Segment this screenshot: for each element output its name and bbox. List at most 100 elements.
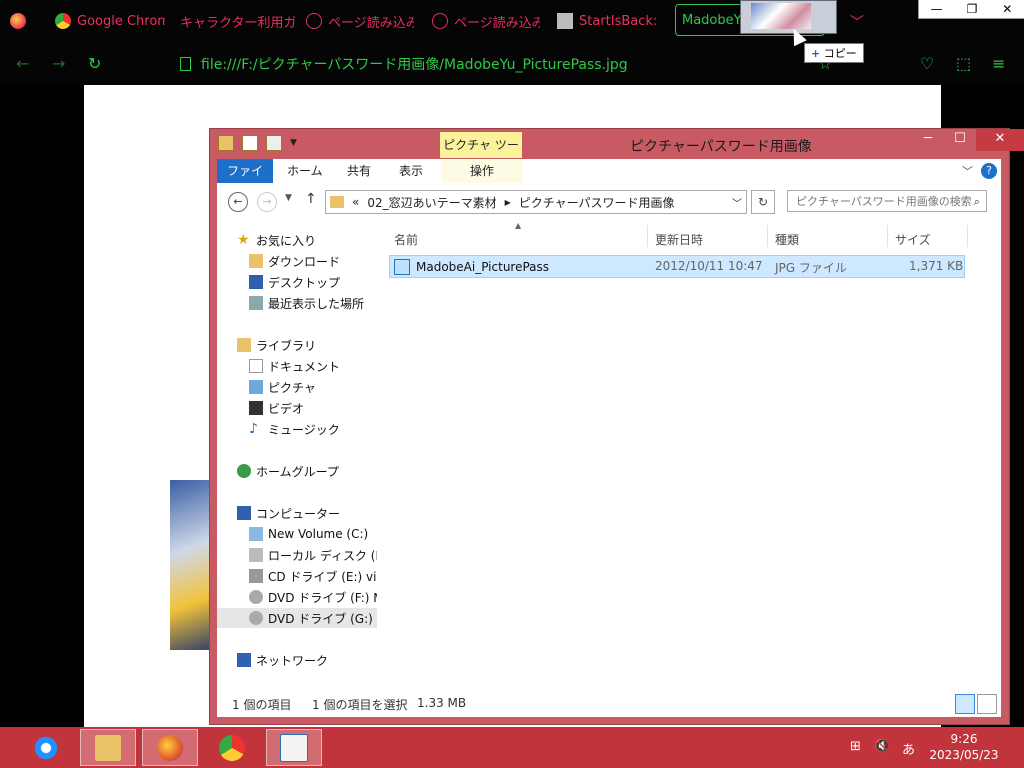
wordpad-icon[interactable] xyxy=(266,729,322,766)
nav-network[interactable]: ネットワーク xyxy=(237,650,328,670)
tab-google-chrome[interactable]: Google Chrom xyxy=(55,6,165,36)
ie-icon[interactable] xyxy=(18,729,74,766)
minimize-button[interactable]: — xyxy=(919,0,954,18)
nav-libraries[interactable]: ライブラリ xyxy=(237,335,316,355)
tab-view[interactable]: 表示 xyxy=(389,159,433,183)
tab-file[interactable]: ファイル xyxy=(217,159,273,202)
system-clock[interactable]: 9:26 2023/05/23 xyxy=(928,731,1000,763)
breadcrumb-segment-current[interactable]: ピクチャーパスワード用画像 xyxy=(519,194,675,211)
nav-recent-places[interactable]: 最近表示した場所 xyxy=(249,293,364,313)
nav-pictures[interactable]: ピクチャ xyxy=(249,377,316,397)
volume-muted-icon[interactable]: 🔇 xyxy=(874,739,890,754)
drive-icon xyxy=(249,548,263,562)
ime-indicator[interactable]: あ xyxy=(902,739,915,758)
explorer-titlebar[interactable]: ▼ ピクチャ ツール ピクチャーパスワード用画像 ─ ☐ ✕ xyxy=(210,129,1024,178)
nav-videos[interactable]: ビデオ xyxy=(249,398,304,418)
videos-icon xyxy=(249,401,263,415)
forward-button[interactable]: → xyxy=(257,192,277,212)
nav-drive-g[interactable]: DVD ドライブ (G:) M xyxy=(217,608,377,628)
nav-computer[interactable]: コンピューター xyxy=(237,503,340,523)
new-folder-icon[interactable] xyxy=(266,135,282,151)
nav-documents[interactable]: ドキュメント xyxy=(249,356,340,376)
column-header-size[interactable]: サイズ xyxy=(895,231,931,248)
forward-arrow-icon[interactable]: → xyxy=(52,54,65,73)
reload-icon[interactable]: ↻ xyxy=(88,54,101,73)
tab-list-chevron-icon[interactable]: ﹀ xyxy=(850,12,864,32)
nav-label: 最近表示した場所 xyxy=(268,296,365,311)
column-separator[interactable] xyxy=(967,225,968,247)
tab-character-guide[interactable]: キャラクター利用ガイ xyxy=(180,6,295,36)
pocket-icon[interactable]: ♡ xyxy=(920,54,934,73)
details-view-icon[interactable] xyxy=(955,694,975,714)
column-header-modified[interactable]: 更新日時 xyxy=(655,231,703,248)
nav-downloads[interactable]: ダウンロード xyxy=(249,251,340,271)
firefox-menu-icon[interactable] xyxy=(10,6,26,36)
search-input[interactable]: ピクチャーパスワード用画像の検索 ⌕ xyxy=(787,190,987,212)
maximize-button[interactable]: ☐ xyxy=(944,129,976,151)
refresh-icon[interactable]: ↻ xyxy=(751,190,775,214)
table-row[interactable]: MadobeAi_PicturePass 2012/10/11 10:47 JP… xyxy=(389,255,965,278)
close-button[interactable]: ✕ xyxy=(976,129,1024,151)
tab-manage[interactable]: 操作 xyxy=(441,159,523,183)
qat-dropdown-icon[interactable]: ▼ xyxy=(290,138,297,148)
help-icon[interactable]: ? xyxy=(981,163,997,179)
nav-favorites[interactable]: ★ お気に入り xyxy=(237,230,316,250)
tab-home[interactable]: ホーム xyxy=(277,159,333,183)
homegroup-icon xyxy=(237,464,251,478)
breadcrumb-segment-theme[interactable]: 02_窓辺あいテーマ素材 xyxy=(367,194,496,211)
navigation-pane: ★ お気に入り ダウンロード デスクトップ 最近表示した場所 ライブラリ ドキュ… xyxy=(217,221,377,689)
nav-drive-f[interactable]: DVD ドライブ (F:) Ma xyxy=(249,587,377,607)
taskbar: ⊞ 🔇 あ 9:26 2023/05/23 xyxy=(0,727,1024,768)
tab-page-loading-2[interactable]: ページ読み込み xyxy=(432,6,540,36)
explorer-window-controls: ─ ☐ ✕ xyxy=(912,129,1024,151)
firefox-icon[interactable] xyxy=(142,729,198,766)
close-button[interactable]: ✕ xyxy=(990,0,1024,18)
nav-drive-e[interactable]: CD ドライブ (E:) virt xyxy=(249,566,377,586)
column-separator[interactable] xyxy=(887,225,888,247)
address-bar[interactable]: « 02_窓辺あいテーマ素材 ▶ ピクチャーパスワード用画像 ﹀ xyxy=(325,190,747,214)
dvd-icon xyxy=(249,611,263,625)
nav-homegroup[interactable]: ホームグループ xyxy=(237,461,339,481)
extensions-icon[interactable]: ⬚ xyxy=(956,54,971,73)
search-icon[interactable]: ⌕ xyxy=(974,191,980,213)
ribbon-tabs: ファイル ホーム 共有 表示 操作 ﹀ ? xyxy=(217,159,1001,202)
url-bar[interactable]: file:///F:/ピクチャーパスワード用画像/MadobeYu_Pictur… xyxy=(180,50,840,78)
tab-label: キャラクター利用ガイ xyxy=(180,15,295,31)
nav-drive-c[interactable]: New Volume (C:) xyxy=(249,524,368,544)
file-explorer-window: ▼ ピクチャ ツール ピクチャーパスワード用画像 ─ ☐ ✕ ファイル ホーム … xyxy=(209,128,1024,725)
ribbon-expand-chevron-icon[interactable]: ﹀ xyxy=(962,163,973,179)
large-icons-view-icon[interactable] xyxy=(977,694,997,714)
menu-hamburger-icon[interactable]: ≡ xyxy=(992,54,1005,73)
tab-share[interactable]: 共有 xyxy=(337,159,381,183)
column-header-type[interactable]: 種類 xyxy=(775,231,799,248)
breadcrumb-separator-icon[interactable]: ▶ xyxy=(505,198,511,207)
chrome-icon[interactable] xyxy=(204,729,260,766)
music-note-icon: ♪ xyxy=(249,421,258,437)
back-button[interactable]: ← xyxy=(228,192,248,212)
folder-icon[interactable] xyxy=(218,135,234,151)
back-arrow-icon[interactable]: ← xyxy=(16,54,29,73)
chrome-icon xyxy=(55,13,71,29)
tab-startisback[interactable]: StartIsBack: xyxy=(557,6,662,36)
breadcrumb-overflow[interactable]: « xyxy=(352,195,359,209)
properties-icon[interactable] xyxy=(242,135,258,151)
recent-locations-chevron-icon[interactable]: ▼ xyxy=(285,193,292,203)
tab-page-loading-1[interactable]: ページ読み込み xyxy=(306,6,414,36)
nav-music[interactable]: ♪ ミュージック xyxy=(249,419,340,439)
minimize-button[interactable]: ─ xyxy=(912,129,944,151)
restore-button[interactable]: ❐ xyxy=(954,0,989,18)
network-tray-icon[interactable]: ⊞ xyxy=(850,739,861,754)
up-arrow-icon[interactable]: ↑ xyxy=(305,191,317,207)
address-dropdown-icon[interactable]: ﹀ xyxy=(732,195,742,210)
cd-drive-icon xyxy=(249,569,263,583)
browser-toolbar: Google Chrom キャラクター利用ガイ ページ読み込み ページ読み込み … xyxy=(0,0,1024,85)
file-explorer-icon[interactable] xyxy=(80,729,136,766)
nav-label: ホームグループ xyxy=(256,464,339,479)
nav-desktop[interactable]: デスクトップ xyxy=(249,272,340,292)
column-header-name[interactable]: 名前 xyxy=(394,231,418,248)
nav-drive-d[interactable]: ローカル ディスク (D:) xyxy=(249,545,377,565)
browser-window-controls: — ❐ ✕ xyxy=(918,0,1024,19)
nav-label: ピクチャ xyxy=(268,380,316,395)
column-separator[interactable] xyxy=(647,225,648,247)
column-separator[interactable] xyxy=(767,225,768,247)
